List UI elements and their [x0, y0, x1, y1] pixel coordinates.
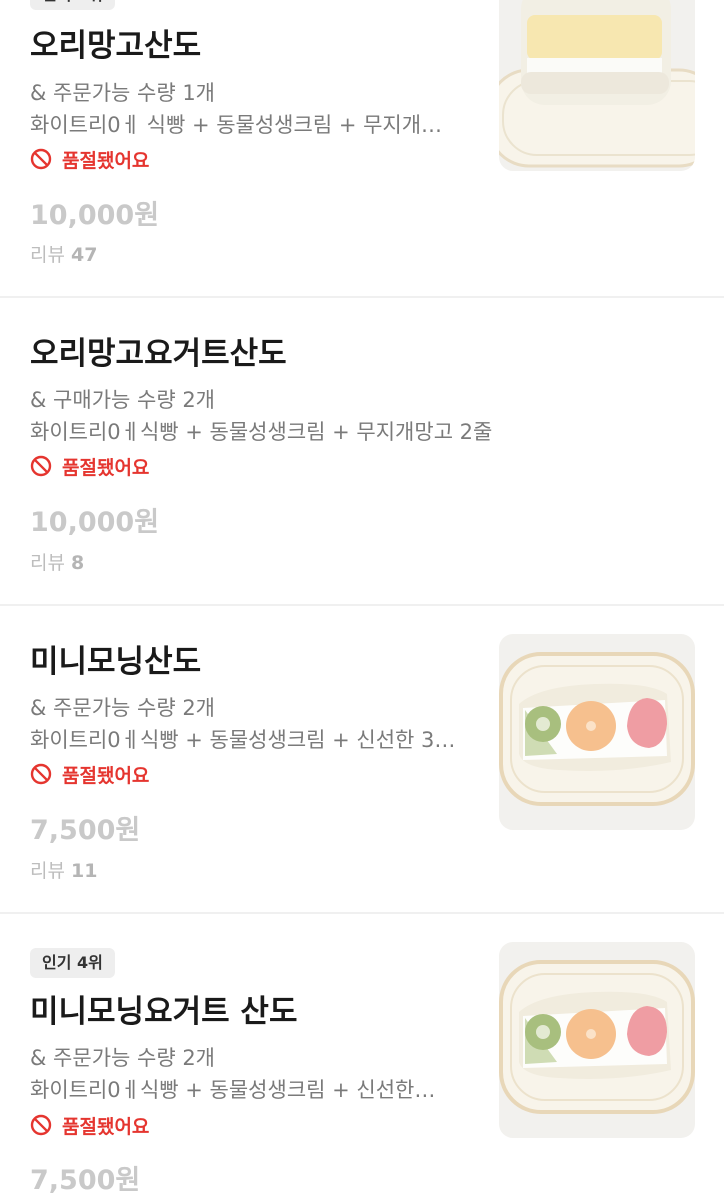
review-count: 리뷰 47 — [30, 240, 97, 267]
soldout-label: 품절됐어요 — [62, 1115, 150, 1138]
fruit-sando-image — [499, 942, 695, 1138]
soldout-label: 품절됐어요 — [62, 149, 150, 172]
menu-item-name: 오리망고요거트산도 — [30, 336, 287, 372]
soldout-label: 품절됐어요 — [62, 764, 150, 787]
menu-item-quantity: & 주문가능 수량 2개 — [30, 1046, 216, 1070]
soldout-status: 품절됐어요 — [30, 760, 149, 788]
menu-item-description: 화이트리0ㅔ 식빵 + 동물성생크림 + 무지개… — [30, 113, 443, 137]
soldout-status: 품절됐어요 — [30, 452, 149, 480]
popularity-badge: 인기 4위 — [30, 948, 115, 978]
menu-item-description: 화이트리0ㅔ식빵 + 동물성생크림 + 신선한… — [30, 1078, 436, 1102]
popularity-badge: 인기 3위 — [30, 0, 115, 10]
fruit-sando-image — [499, 634, 695, 830]
prohibited-icon — [30, 763, 52, 785]
review-number: 47 — [71, 244, 98, 266]
prohibited-icon — [30, 455, 52, 477]
review-count: 리뷰 11 — [30, 856, 97, 883]
menu-item-price: 7,500원 — [30, 815, 141, 846]
review-label: 리뷰 — [30, 552, 65, 574]
menu-item-name: 미니모닝요거트 산도 — [30, 994, 298, 1030]
menu-item-name: 미니모닝산도 — [30, 644, 202, 680]
menu-item-quantity: & 주문가능 수량 2개 — [30, 696, 216, 720]
mango-sando-image — [499, 0, 695, 171]
review-count: 리뷰 8 — [30, 548, 84, 575]
menu-item-price: 10,000원 — [30, 507, 160, 538]
menu-item-4[interactable]: 인기 4위 미니모닝요거트 산도 & 주문가능 수량 2개 화이트리0ㅔ식빵 +… — [0, 914, 724, 1199]
review-label: 리뷰 — [30, 860, 65, 882]
menu-item-price: 10,000원 — [30, 200, 160, 231]
menu-item-1[interactable]: 인기 3위 오리망고산도 & 주문가능 수량 1개 화이트리0ㅔ 식빵 + 동물… — [0, 0, 724, 296]
menu-item-quantity: & 주문가능 수량 1개 — [30, 81, 216, 105]
prohibited-icon — [30, 1114, 52, 1136]
menu-item-description: 화이트리0ㅔ식빵 + 동물성생크림 + 무지개망고 2줄 — [30, 420, 493, 444]
soldout-label: 품절됐어요 — [62, 456, 150, 479]
soldout-status: 품절됐어요 — [30, 1111, 149, 1139]
menu-item-2[interactable]: 오리망고요거트산도 & 구매가능 수량 2개 화이트리0ㅔ식빵 + 동물성생크림… — [0, 298, 724, 604]
prohibited-icon — [30, 148, 52, 170]
menu-item-name: 오리망고산도 — [30, 28, 202, 64]
menu-item-description: 화이트리0ㅔ식빵 + 동물성생크림 + 신선한 3… — [30, 728, 456, 752]
soldout-status: 품절됐어요 — [30, 145, 149, 173]
menu-item-3[interactable]: 미니모닝산도 & 주문가능 수량 2개 화이트리0ㅔ식빵 + 동물성생크림 + … — [0, 606, 724, 912]
review-number: 8 — [71, 552, 85, 574]
menu-item-price: 7,500원 — [30, 1165, 141, 1196]
review-label: 리뷰 — [30, 244, 65, 266]
review-number: 11 — [71, 860, 98, 882]
menu-item-quantity: & 구매가능 수량 2개 — [30, 388, 216, 412]
